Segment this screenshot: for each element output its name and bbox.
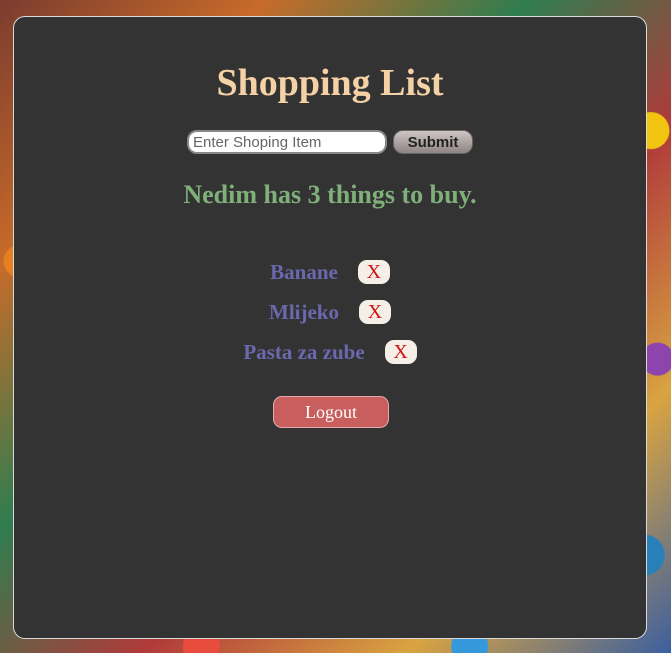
add-item-form: Submit — [14, 130, 646, 154]
list-item: Banane X — [14, 252, 646, 292]
page-title: Shopping List — [216, 62, 444, 104]
remove-item-button[interactable]: X — [384, 340, 417, 364]
items-summary: Nedim has 3 things to buy. — [183, 180, 477, 209]
remove-item-button[interactable]: X — [357, 260, 390, 284]
item-input[interactable] — [187, 130, 387, 154]
list-item: Mlijeko X — [14, 292, 646, 332]
list-item: Pasta za zube X — [14, 332, 646, 372]
shopping-panel: Shopping List Submit Nedim has 3 things … — [13, 16, 647, 639]
shopping-list: Banane X Mlijeko X Pasta za zube X — [14, 252, 646, 372]
submit-button[interactable]: Submit — [393, 130, 473, 154]
item-label: Mlijeko — [269, 299, 339, 324]
item-label: Pasta za zube — [243, 339, 365, 364]
item-label: Banane — [270, 259, 338, 284]
logout-button[interactable]: Logout — [273, 396, 389, 428]
remove-item-button[interactable]: X — [358, 300, 391, 324]
